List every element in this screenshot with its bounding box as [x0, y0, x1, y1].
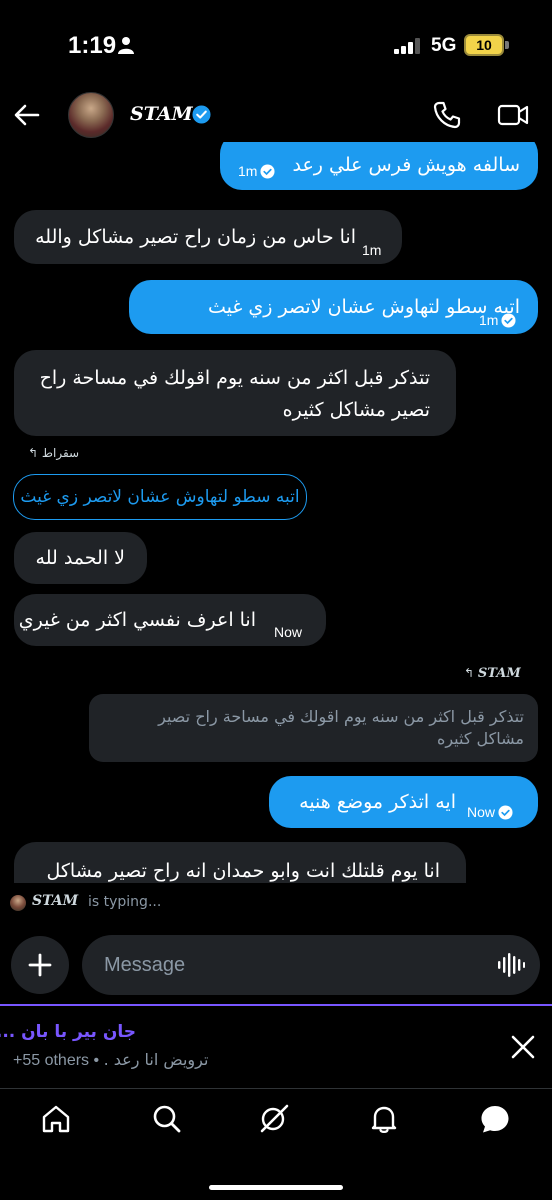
quoted-message[interactable]: تتذكر قبل اكثر من سنه يوم اقولك في مساحة… — [89, 694, 538, 762]
grok-icon[interactable] — [258, 1103, 290, 1135]
home-indicator — [209, 1185, 343, 1190]
message-text: لا الحمد لله — [35, 547, 125, 569]
signal-icon — [394, 38, 420, 54]
voice-message-icon[interactable] — [497, 951, 525, 979]
add-attachment-button[interactable] — [11, 936, 69, 994]
typing-name: STAM — [32, 893, 79, 909]
message-text-line1: تتذكر قبل اكثر من سنه يوم اقولك في مساحة… — [39, 367, 430, 389]
space-title: جان بير با بان ... — [0, 1022, 136, 1042]
message-meta: 1m — [238, 156, 275, 186]
message-input[interactable] — [82, 935, 540, 995]
message-meta: 1m — [479, 305, 516, 335]
notifications-icon[interactable] — [368, 1103, 400, 1135]
conversation-header: STAM — [0, 90, 552, 142]
message-bubble-sent[interactable]: ايه اتذكر موضع هنيه Now — [269, 776, 538, 828]
reply-to-name: STAM — [477, 666, 521, 681]
message-bubble-received[interactable]: لا الحمد لله — [14, 532, 147, 584]
reply-reference: ↰ سقراط — [28, 446, 79, 460]
battery-indicator: 10 — [464, 34, 504, 56]
space-separator: • — [93, 1052, 100, 1069]
read-receipt-icon — [501, 313, 516, 328]
message-time: 1m — [362, 242, 382, 258]
contact-avatar[interactable] — [68, 92, 114, 138]
typing-avatar — [10, 895, 26, 911]
message-time: Now — [274, 624, 303, 640]
space-topic: ترويض انا رعد . — [103, 1050, 209, 1069]
space-participants: +55 others — [13, 1052, 90, 1069]
close-icon[interactable] — [510, 1034, 536, 1060]
typing-text: is typing... — [88, 894, 162, 910]
reply-reference: ↰ STAM — [464, 666, 521, 681]
space-subtitle: +55 others • ترويض انا رعد . — [13, 1050, 208, 1070]
message-bubble-received[interactable]: انا اعرف نفسي اكثر من غيري Now — [14, 594, 326, 646]
phone-call-icon[interactable] — [432, 100, 462, 130]
quoted-message[interactable]: اتبه سطو لتهاوش عشان لاتصر زي غيث — [13, 474, 307, 520]
reply-to-name: سقراط — [41, 446, 80, 460]
quoted-text-line1: تتذكر قبل اكثر من سنه يوم اقولك في مساحة… — [158, 707, 524, 726]
messages-icon[interactable] — [479, 1103, 511, 1135]
reply-arrow-icon: ↰ — [464, 666, 475, 680]
message-bubble-received[interactable]: انا حاس من زمان راح تصير مشاكل والله 1m — [14, 210, 402, 264]
status-bar: 1:19 5G 10 — [0, 0, 552, 90]
person-icon — [118, 37, 134, 54]
message-text: انا يوم قلتلك انت وابو حمدان انه راح تصي… — [46, 860, 440, 882]
message-bubble-received[interactable]: انا يوم قلتلك انت وابو حمدان انه راح تصي… — [14, 842, 466, 883]
message-time: 1m — [238, 163, 258, 179]
space-mini-player[interactable]: جان بير با بان ... +55 others • ترويض ان… — [0, 1004, 552, 1088]
message-bubble-sent[interactable]: اتبه سطو لتهاوش عشان لاتصر زي غيث 1m — [129, 280, 538, 334]
bottom-navigation — [0, 1088, 552, 1200]
quoted-text-line2: مشاكل كثيره — [436, 729, 524, 748]
message-text: انا حاس من زمان راح تصير مشاكل والله — [35, 226, 356, 248]
message-text-line2: تصير مشاكل كثيره — [282, 399, 430, 421]
message-text: سالفه هويش فرس علي رعد — [292, 154, 520, 176]
message-meta: Now — [467, 797, 513, 827]
search-icon[interactable] — [151, 1103, 183, 1135]
message-text: اتبه سطو لتهاوش عشان لاتصر زي غيث — [208, 296, 520, 318]
battery-level: 10 — [476, 37, 492, 53]
message-text: انا اعرف نفسي اكثر من غيري — [18, 609, 256, 631]
plus-icon — [28, 953, 52, 977]
home-icon[interactable] — [40, 1103, 72, 1135]
message-bubble-received[interactable]: تتذكر قبل اكثر من سنه يوم اقولك في مساحة… — [14, 350, 456, 436]
read-receipt-icon — [498, 805, 513, 820]
message-text: ايه اتذكر موضع هنيه — [299, 791, 456, 813]
status-time: 1:19 — [68, 32, 117, 59]
read-receipt-icon — [260, 164, 275, 179]
reply-arrow-icon: ↰ — [28, 446, 39, 460]
message-bubble-sent[interactable]: سالفه هويش فرس علي رعد 1m — [220, 142, 538, 190]
message-time: 1m — [479, 312, 499, 328]
video-call-icon[interactable] — [497, 100, 529, 130]
message-list[interactable]: سالفه هويش فرس علي رعد 1m انا حاس من زما… — [0, 142, 552, 883]
contact-name[interactable]: STAM — [130, 103, 193, 125]
back-arrow-icon[interactable] — [12, 100, 42, 130]
battery-tip — [505, 41, 509, 49]
network-label: 5G — [431, 35, 457, 56]
message-time: Now — [467, 804, 496, 820]
verified-badge-icon — [192, 105, 211, 124]
